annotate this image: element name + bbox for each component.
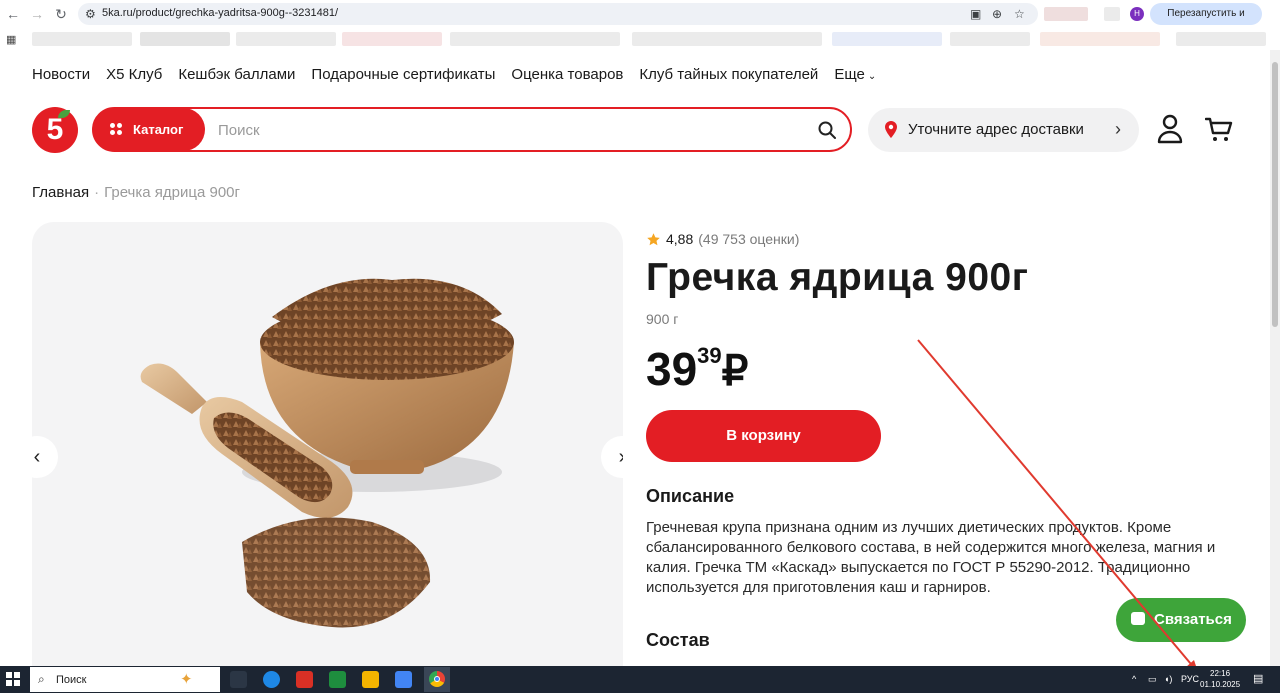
price-rubles: 39 xyxy=(646,343,698,395)
breadcrumb-home[interactable]: Главная xyxy=(32,184,89,201)
blurred-bookmark[interactable] xyxy=(832,32,942,46)
bookmark-star-icon[interactable]: ☆ xyxy=(1014,7,1025,21)
clock-time: 22:16 xyxy=(1210,669,1231,678)
chrome-taskbar-button[interactable] xyxy=(424,667,450,692)
site-info-icon[interactable]: ⚙ xyxy=(85,7,96,21)
contact-chat-button[interactable]: Связаться xyxy=(1116,598,1246,642)
menu-item-news[interactable]: Новости xyxy=(32,66,90,83)
menu-more[interactable]: Еще ⌄ xyxy=(834,66,876,83)
network-icon[interactable]: ▭ xyxy=(1148,674,1157,685)
menu-item-x5-club[interactable]: X5 Клуб xyxy=(106,66,162,83)
windows-start-icon[interactable] xyxy=(6,672,20,686)
scrollbar-thumb[interactable] xyxy=(1272,62,1278,327)
apps-grid-icon[interactable]: ▦ xyxy=(6,33,16,46)
chevron-right-icon: › xyxy=(1115,119,1121,139)
delivery-address-button[interactable]: Уточните адрес доставки › xyxy=(868,108,1139,152)
blurred-bookmark[interactable] xyxy=(32,32,132,46)
rating-count: (49 753 оценки) xyxy=(698,231,800,247)
catalog-button[interactable]: Каталог xyxy=(93,108,205,151)
blurred-bookmark[interactable] xyxy=(342,32,442,46)
windows-taskbar: ⌕ Поиск ✦ ^ ▭ ◖) РУС 22:16 01.10.2025 ▤ xyxy=(0,666,1280,693)
blurred-bookmark[interactable] xyxy=(450,32,620,46)
task-view-icon[interactable] xyxy=(230,671,247,688)
reload-icon[interactable]: ↻ xyxy=(52,5,70,23)
star-icon xyxy=(647,232,660,245)
menu-item-gift-cards[interactable]: Подарочные сертификаты xyxy=(311,66,495,83)
volume-icon[interactable]: ◖) xyxy=(1164,674,1172,684)
chevron-down-icon: ⌄ xyxy=(867,71,877,82)
blurred-bookmark[interactable] xyxy=(1176,32,1266,46)
add-to-cart-button[interactable]: В корзину xyxy=(646,410,881,462)
menu-item-cashback[interactable]: Кешбэк баллами xyxy=(178,66,295,83)
restart-update-button[interactable]: Перезапустить и обновить xyxy=(1150,3,1262,41)
search-icon: ⌕ xyxy=(38,672,45,686)
chat-label: Связаться xyxy=(1154,611,1232,628)
search-bar: Каталог xyxy=(92,107,852,152)
product-title: Гречка ядрица 900г xyxy=(646,256,1029,299)
cart-icon[interactable] xyxy=(1205,116,1233,144)
blurred-extension xyxy=(1044,7,1088,21)
description-text: Гречневая крупа признана одним из лучших… xyxy=(646,519,1216,596)
url-text[interactable]: 5ka.ru/product/grechka-yadritsa-900g--32… xyxy=(102,7,338,19)
menu-item-product-rating[interactable]: Оценка товаров xyxy=(511,66,623,83)
description-heading: Описание xyxy=(646,486,735,506)
blurred-bookmark[interactable] xyxy=(1040,32,1160,46)
catalog-label: Каталог xyxy=(133,122,184,137)
profile-avatar[interactable]: Н xyxy=(1130,7,1144,21)
taskbar-clock[interactable]: 22:16 01.10.2025 xyxy=(1200,668,1240,690)
search-icon[interactable] xyxy=(818,121,836,139)
rating-value: 4,88 xyxy=(666,231,694,247)
blurred-bookmark[interactable] xyxy=(632,32,822,46)
breadcrumb-current: Гречка ядрица 900г xyxy=(104,184,240,201)
location-pin-icon xyxy=(885,121,897,138)
top-menu: Новости X5 Клуб Кешбэк баллами Подарочны… xyxy=(32,66,876,83)
blurred-bookmark[interactable] xyxy=(236,32,336,46)
spreadsheet-icon[interactable] xyxy=(329,671,346,688)
bookmarks-bar: ▦ xyxy=(0,28,1280,50)
edge-icon[interactable] xyxy=(263,671,280,688)
breadcrumb-separator: · xyxy=(94,184,100,201)
menu-more-label: Еще xyxy=(834,66,865,83)
chevron-left-icon: ‹ xyxy=(33,446,41,468)
price-kopecks: 39 xyxy=(697,343,722,368)
document-icon[interactable] xyxy=(395,671,412,688)
chevron-right-icon: › xyxy=(619,446,623,468)
search-input[interactable] xyxy=(218,119,798,141)
blurred-bookmark[interactable] xyxy=(140,32,230,46)
install-app-icon[interactable]: ▣ xyxy=(970,7,981,21)
price-currency: ₽ xyxy=(721,347,749,394)
back-icon[interactable]: ← xyxy=(4,5,22,23)
file-explorer-icon[interactable] xyxy=(362,671,379,688)
product-weight: 900 г xyxy=(646,311,679,327)
breadcrumb: Главная · Гречка ядрица 900г xyxy=(32,184,240,201)
blurred-extension xyxy=(1104,7,1120,21)
browser-toolbar: ← → ↻ ⚙ 5ka.ru/product/grechka-yadritsa-… xyxy=(0,0,1280,41)
pyaterochka-logo[interactable]: 5 xyxy=(32,107,78,153)
taskbar-search-label: Поиск xyxy=(56,674,87,686)
zoom-icon[interactable]: ⊕ xyxy=(992,7,1002,21)
sparkle-icon: ✦ xyxy=(180,671,193,688)
product-price: 3939₽ xyxy=(646,342,748,396)
taskbar-search[interactable]: ⌕ Поиск ✦ xyxy=(30,667,220,692)
tray-chevron-icon[interactable]: ^ xyxy=(1132,674,1136,684)
clock-date: 01.10.2025 xyxy=(1200,680,1241,689)
composition-heading: Состав xyxy=(646,630,710,650)
language-indicator[interactable]: РУС xyxy=(1181,674,1199,684)
product-image xyxy=(140,278,514,628)
chat-icon xyxy=(1131,612,1145,625)
address-label: Уточните адрес доставки xyxy=(908,121,1084,138)
product-gallery: ‹ › xyxy=(32,222,623,666)
user-icon[interactable] xyxy=(1156,114,1184,144)
catalog-dots-icon xyxy=(110,123,123,136)
pdf-reader-icon[interactable] xyxy=(296,671,313,688)
blurred-bookmark[interactable] xyxy=(950,32,1030,46)
menu-item-secret-shoppers[interactable]: Клуб тайных покупателей xyxy=(639,66,818,83)
forward-icon[interactable]: → xyxy=(28,5,46,23)
logo-text: 5 xyxy=(46,113,64,146)
address-bar[interactable]: ⚙ 5ka.ru/product/grechka-yadritsa-900g--… xyxy=(78,3,1038,25)
product-rating[interactable]: 4,88 (49 753 оценки) xyxy=(646,231,799,247)
notifications-icon[interactable]: ▤ xyxy=(1253,672,1263,685)
